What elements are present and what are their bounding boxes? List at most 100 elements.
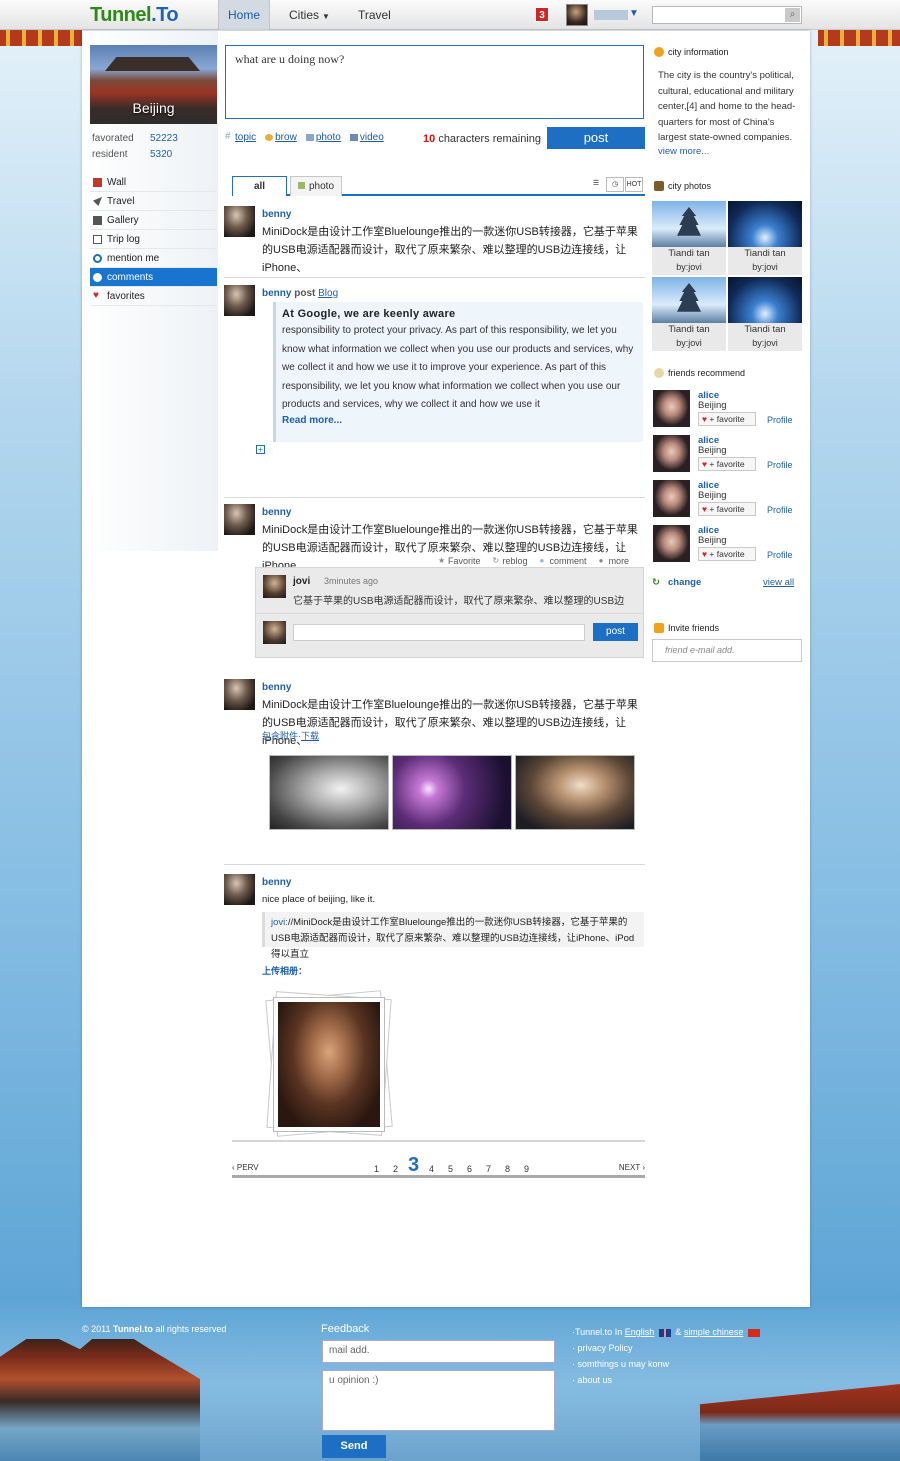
send-button[interactable]: Send <box>322 1435 386 1458</box>
tab-all[interactable]: all <box>232 176 287 196</box>
photo-stack[interactable] <box>265 990 395 1139</box>
reblog-action[interactable]: ↻ reblog <box>493 556 528 566</box>
view-more-link[interactable]: view more... <box>658 146 709 157</box>
commenter-avatar[interactable] <box>263 575 286 598</box>
nav-cities[interactable]: Cities ▼ <box>280 0 339 30</box>
username[interactable]: benny <box>262 209 291 220</box>
privacy-link[interactable]: · privacy Policy <box>572 1340 762 1356</box>
sidebar-item-wall[interactable]: Wall <box>90 173 217 192</box>
friend-avatar[interactable] <box>653 435 690 472</box>
friend-city: Beijing <box>698 490 727 501</box>
avatar[interactable] <box>224 504 255 535</box>
profile-link[interactable]: Profile <box>767 415 793 425</box>
notification-badge[interactable]: 3 <box>535 7 549 22</box>
feedback-opinion-input[interactable]: u opinion :) <box>322 1370 555 1431</box>
friend-city: Beijing <box>698 400 727 411</box>
sidebar-item-comments[interactable]: comments <box>90 268 217 287</box>
add-favorite-button[interactable]: ♥ + favorite <box>698 412 756 426</box>
user-avatar[interactable] <box>566 4 588 26</box>
add-favorite-button[interactable]: ♥ + favorite <box>698 502 756 516</box>
pager-bar <box>232 1175 645 1178</box>
tab-photo[interactable]: photo <box>290 176 342 196</box>
blog-link[interactable]: Blog <box>318 288 338 299</box>
faq-link[interactable]: · somthings u may konw <box>572 1356 762 1372</box>
avatar[interactable] <box>224 285 255 316</box>
next-page-button[interactable]: NEXT › <box>619 1163 645 1172</box>
comment-post-button[interactable]: post <box>593 623 638 641</box>
avatar[interactable] <box>224 679 255 710</box>
username-link[interactable]: benny <box>262 288 291 299</box>
hot-toggle[interactable]: HOT <box>625 177 643 192</box>
list-view-icon[interactable]: ☰ <box>587 177 605 192</box>
chinese-link[interactable]: simple chinese <box>684 1327 744 1337</box>
profile-link[interactable]: Profile <box>767 550 793 560</box>
username[interactable]: benny <box>262 877 291 888</box>
heading-text: Invite friends <box>668 623 720 633</box>
site-logo[interactable]: Tunnel.To <box>90 4 179 27</box>
photo-thumbnail[interactable] <box>269 755 389 830</box>
username[interactable]: benny <box>262 682 291 693</box>
add-favorite-button[interactable]: ♥ + favorite <box>698 547 756 561</box>
comment-box: jovi 3minutes ago 它基于苹果的USB电源适配器而设计，取代了原… <box>255 567 644 658</box>
city-photo[interactable]: Tiandi tan by:jovi <box>652 201 726 275</box>
expand-icon[interactable]: + <box>256 445 265 454</box>
topic-tool[interactable]: # topic <box>225 131 256 143</box>
photo-tool[interactable]: photo <box>305 132 341 143</box>
avatar[interactable] <box>224 206 255 237</box>
brow-tool[interactable]: brow <box>265 132 297 143</box>
prev-page-button[interactable]: ‹ PERV <box>232 1163 259 1172</box>
read-more-link[interactable]: Read more... <box>282 415 637 426</box>
favorite-action[interactable]: ★ Favorite <box>438 556 481 566</box>
nav-travel[interactable]: Travel <box>349 0 400 30</box>
upload-album-label[interactable]: 上传相册： <box>262 964 307 977</box>
sidebar-item-label: Wall <box>107 177 127 188</box>
copyright-text: all rights reserved <box>155 1324 227 1334</box>
avatar[interactable] <box>224 874 255 905</box>
invite-heading: Invite friends <box>652 623 719 633</box>
photo-thumbnail[interactable] <box>392 755 512 830</box>
city-photo[interactable]: Tiandi tan by:jovi <box>652 277 726 351</box>
sidebar-item-gallery[interactable]: Gallery <box>90 211 217 230</box>
nav-home[interactable]: Home <box>218 0 271 30</box>
profile-link[interactable]: Profile <box>767 460 793 470</box>
photo-thumbnail[interactable] <box>515 755 635 830</box>
comment-input[interactable] <box>293 624 585 641</box>
sidebar-item-favorites[interactable]: ♥ favorites <box>90 287 217 306</box>
friend-avatar[interactable] <box>653 480 690 517</box>
city-stats: favorated 52223 resident 5320 <box>92 131 216 163</box>
add-favorite-button[interactable]: ♥ + favorite <box>698 457 756 471</box>
friend-avatar[interactable] <box>653 525 690 562</box>
clock-icon[interactable]: ◷ <box>606 177 624 192</box>
feedback-email-input[interactable]: mail add. <box>322 1340 555 1363</box>
chevron-down-icon[interactable]: ▼ <box>629 8 639 19</box>
logo-main-text: Tunnel <box>90 4 152 26</box>
friend-avatar[interactable] <box>653 390 690 427</box>
english-link[interactable]: English <box>625 1327 655 1337</box>
post-button[interactable]: post <box>547 127 645 149</box>
reply-user[interactable]: jovi: <box>271 917 288 928</box>
video-tool[interactable]: video <box>349 132 384 143</box>
username-placeholder[interactable] <box>594 10 628 20</box>
change-button[interactable]: ↻ change <box>652 577 701 588</box>
download-link[interactable]: 下载 <box>301 731 319 741</box>
city-photo[interactable]: Tiandi tan by:jovi <box>728 277 802 351</box>
search-input[interactable]: ⌕ <box>652 6 802 24</box>
friend-city: Beijing <box>698 445 727 456</box>
comment-action[interactable]: ● comment <box>540 556 587 566</box>
view-all-link[interactable]: view all <box>763 577 794 588</box>
more-action[interactable]: ● more <box>599 556 630 566</box>
city-image[interactable]: Beijing <box>90 45 217 124</box>
sidebar-item-trip-log[interactable]: Trip log <box>90 230 217 249</box>
profile-link[interactable]: Profile <box>767 505 793 515</box>
search-icon[interactable]: ⌕ <box>785 8 800 22</box>
heading-text: friends recommend <box>668 368 746 378</box>
invite-email-input[interactable]: friend e-mail add. <box>652 639 802 662</box>
status-input[interactable]: what are u doing now? <box>225 45 644 119</box>
sidebar-item-mention-me[interactable]: mention me <box>90 249 217 268</box>
sidebar-item-travel[interactable]: Travel <box>90 192 217 211</box>
city-photo[interactable]: Tiandi tan by:jovi <box>728 201 802 275</box>
username[interactable]: benny <box>262 507 291 518</box>
commenter-name[interactable]: jovi <box>293 576 310 587</box>
about-link[interactable]: · about us <box>572 1372 762 1388</box>
city-photos-grid: Tiandi tan by:jovi Tiandi tan by:jovi Tian… <box>652 201 803 351</box>
